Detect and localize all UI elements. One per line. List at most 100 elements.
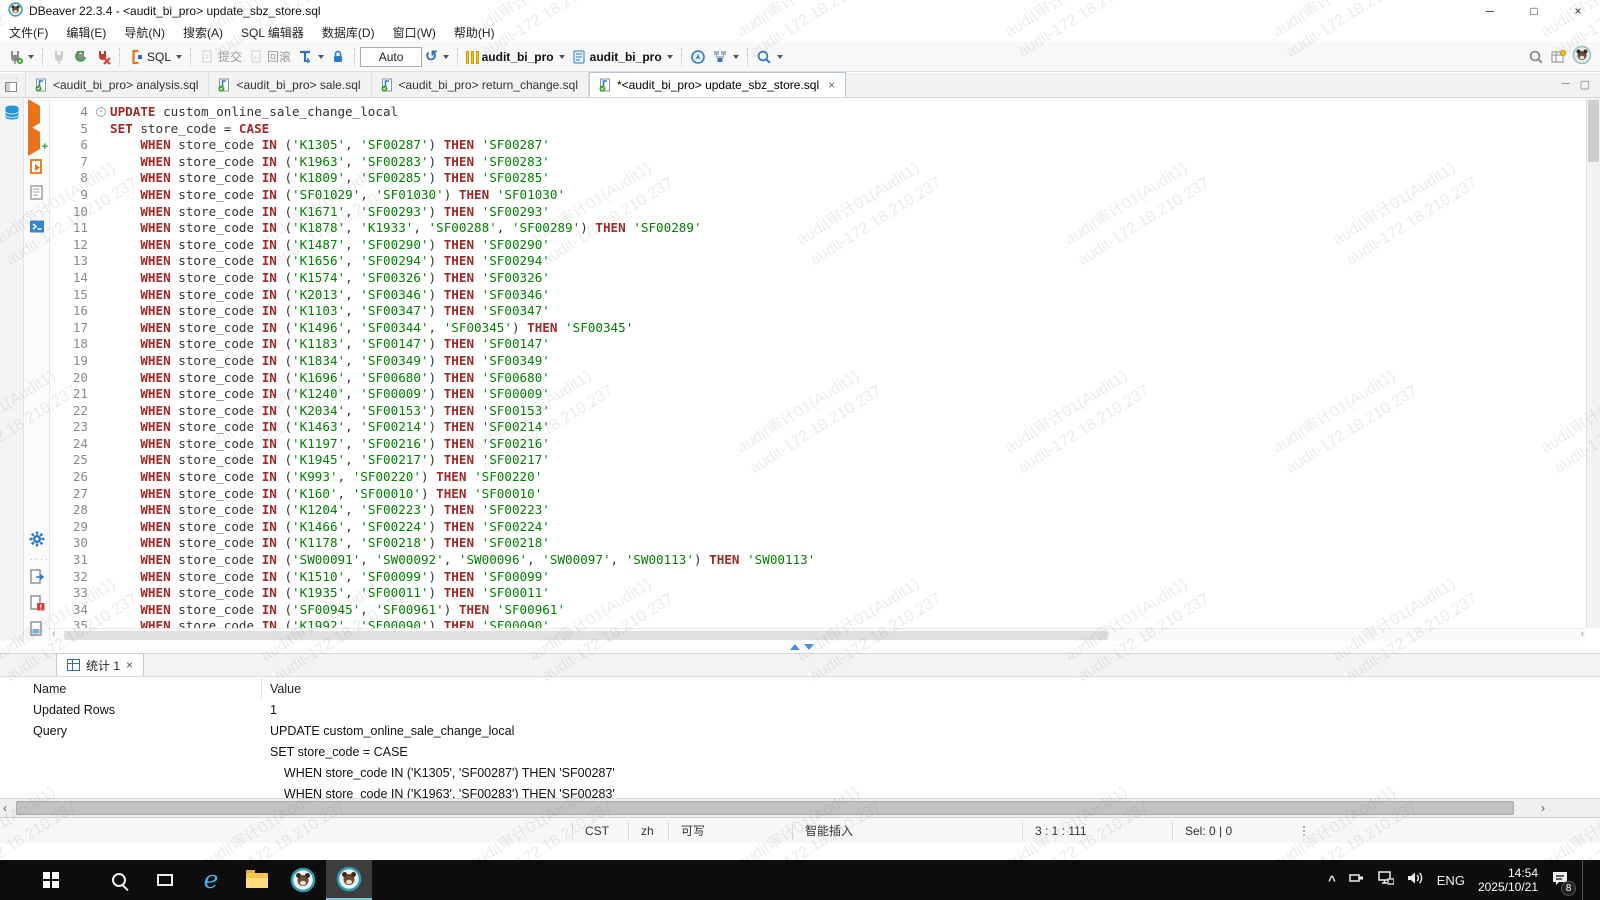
taskbar-clock[interactable]: 14:54 2025/10/21 bbox=[1478, 866, 1538, 894]
code-line[interactable]: 30 WHEN store_code IN ('K1178', 'SF00218… bbox=[50, 535, 1586, 552]
perspective-dbeaver-icon[interactable] bbox=[1572, 45, 1592, 68]
code-line[interactable]: 20 WHEN store_code IN ('K1696', 'SF00680… bbox=[50, 370, 1586, 387]
connect-button[interactable] bbox=[4, 45, 37, 69]
language-indicator[interactable]: ENG bbox=[1437, 873, 1465, 888]
execute-statement-button[interactable] bbox=[28, 106, 46, 124]
code-line[interactable]: 12 WHEN store_code IN ('K1487', 'SF00290… bbox=[50, 237, 1586, 254]
scroll-right-icon[interactable]: › bbox=[1580, 628, 1584, 640]
close-button[interactable]: × bbox=[1556, 0, 1600, 22]
scrollbar-thumb[interactable] bbox=[1588, 100, 1599, 162]
code-line[interactable]: 7 WHEN store_code IN ('K1963', 'SF00283'… bbox=[50, 154, 1586, 171]
connection-selector[interactable]: audit_bi_pro bbox=[463, 45, 568, 69]
taskbar-dbeaver-button[interactable] bbox=[280, 860, 326, 900]
stats-row[interactable]: QueryUPDATE custom_online_sale_change_lo… bbox=[0, 720, 1600, 741]
menu-item[interactable]: 窗口(W) bbox=[384, 22, 445, 43]
code-line[interactable]: 18 WHEN store_code IN ('K1183', 'SF00147… bbox=[50, 336, 1586, 353]
editor-horizontal-scrollbar[interactable]: ‹ › bbox=[50, 628, 1586, 641]
code-line[interactable]: 6 WHEN store_code IN ('K1305', 'SF00287'… bbox=[50, 137, 1586, 154]
code-line[interactable]: 26 WHEN store_code IN ('K993', 'SF00220'… bbox=[50, 469, 1586, 486]
code-line[interactable]: 5SET store_code = CASE bbox=[50, 121, 1586, 138]
code-line[interactable]: 14 WHEN store_code IN ('K1574', 'SF00326… bbox=[50, 270, 1586, 287]
menu-item[interactable]: 搜索(A) bbox=[174, 22, 232, 43]
speaker-icon[interactable] bbox=[1407, 871, 1424, 890]
disconnect-all-button[interactable] bbox=[92, 45, 114, 69]
scroll-right-icon[interactable]: › bbox=[1541, 801, 1545, 815]
disconnect-button[interactable] bbox=[48, 45, 70, 69]
code-line[interactable]: 25 WHEN store_code IN ('K1945', 'SF00217… bbox=[50, 452, 1586, 469]
code-line[interactable]: 4-UPDATE custom_online_sale_change_local bbox=[50, 104, 1586, 121]
start-button[interactable] bbox=[28, 860, 74, 900]
code-line[interactable]: 8 WHEN store_code IN ('K1809', 'SF00285'… bbox=[50, 170, 1586, 187]
taskbar-dbeaver-active-button[interactable] bbox=[326, 860, 372, 900]
scroll-left-icon[interactable]: ‹ bbox=[3, 801, 7, 815]
commit-button[interactable]: 提交 bbox=[196, 45, 245, 69]
rollback-button[interactable]: 回滚 bbox=[245, 45, 294, 69]
editor-tab[interactable]: *<audit_bi_pro> update_sbz_store.sql× bbox=[589, 72, 846, 97]
menu-item[interactable]: 编辑(E) bbox=[57, 22, 115, 43]
code-line[interactable]: 15 WHEN store_code IN ('K2013', 'SF00346… bbox=[50, 287, 1586, 304]
stats-row[interactable]: WHEN store_code IN ('K1963', 'SF00283') … bbox=[0, 783, 1600, 798]
terminal-button[interactable] bbox=[28, 218, 46, 236]
stats-tab[interactable]: 统计 1 × bbox=[56, 653, 144, 676]
execute-script-button[interactable] bbox=[28, 158, 46, 176]
commit-mode-select[interactable]: Auto bbox=[360, 47, 422, 67]
code-line[interactable]: 17 WHEN store_code IN ('K1496', 'SF00344… bbox=[50, 320, 1586, 337]
search-icon[interactable] bbox=[1528, 49, 1544, 65]
restore-panel-icon[interactable] bbox=[5, 82, 17, 92]
sash-down-icon[interactable] bbox=[804, 644, 814, 650]
minimize-editor-icon[interactable]: ─ bbox=[1562, 78, 1570, 91]
code-line[interactable]: 33 WHEN store_code IN ('K1935', 'SF00011… bbox=[50, 585, 1586, 602]
scrollbar-thumb[interactable] bbox=[64, 631, 1108, 640]
sql-search-button[interactable] bbox=[753, 45, 786, 69]
lock-button[interactable] bbox=[327, 45, 349, 69]
column-header-name[interactable]: Name bbox=[0, 678, 262, 699]
code-line[interactable]: 19 WHEN store_code IN ('K1834', 'SF00349… bbox=[50, 353, 1586, 370]
navigate-button[interactable] bbox=[687, 45, 709, 69]
file-output-icon[interactable] bbox=[28, 620, 46, 638]
execute-new-tab-button[interactable]: + bbox=[28, 132, 46, 150]
schema-selector[interactable]: audit_bi_pro bbox=[568, 45, 676, 69]
code-line[interactable]: 9 WHEN store_code IN ('SF01029', 'SF0103… bbox=[50, 187, 1586, 204]
stats-row[interactable]: WHEN store_code IN ('K1305', 'SF00287') … bbox=[0, 762, 1600, 783]
editor-vertical-scrollbar[interactable] bbox=[1586, 98, 1600, 628]
code-line[interactable]: 22 WHEN store_code IN ('K2034', 'SF00153… bbox=[50, 403, 1586, 420]
code-line[interactable]: 23 WHEN store_code IN ('K1463', 'SF00214… bbox=[50, 419, 1586, 436]
code-line[interactable]: 31 WHEN store_code IN ('SW00091', 'SW000… bbox=[50, 552, 1586, 569]
export-result-button[interactable] bbox=[28, 568, 46, 586]
scrollbar-thumb[interactable] bbox=[16, 801, 1514, 815]
open-view-icon[interactable] bbox=[1550, 49, 1566, 65]
code-line[interactable]: 28 WHEN store_code IN ('K1204', 'SF00223… bbox=[50, 502, 1586, 519]
taskbar-explorer-button[interactable] bbox=[234, 860, 280, 900]
code-line[interactable]: 21 WHEN store_code IN ('K1240', 'SF00009… bbox=[50, 386, 1586, 403]
stats-row[interactable]: Updated Rows1 bbox=[0, 699, 1600, 720]
column-header-value[interactable]: Value bbox=[262, 682, 301, 696]
notification-center-button[interactable]: 8 bbox=[1551, 870, 1569, 891]
code-line[interactable]: 35 WHEN store_code IN ('K1992', 'SF00090… bbox=[50, 618, 1586, 628]
tray-expand-icon[interactable]: ^ bbox=[1328, 873, 1336, 888]
tab-close-icon[interactable]: × bbox=[126, 658, 133, 672]
code-line[interactable]: 10 WHEN store_code IN ('K1671', 'SF00293… bbox=[50, 204, 1586, 221]
transaction-history-button[interactable]: ↺ bbox=[422, 45, 452, 69]
code-line[interactable]: 11 WHEN store_code IN ('K1878', 'K1933',… bbox=[50, 220, 1586, 237]
menu-item[interactable]: 导航(N) bbox=[115, 22, 174, 43]
editor-tab[interactable]: <audit_bi_pro> return_change.sql bbox=[372, 72, 589, 97]
code-line[interactable]: 32 WHEN store_code IN ('K1510', 'SF00099… bbox=[50, 569, 1586, 586]
menu-item[interactable]: 数据库(D) bbox=[313, 22, 384, 43]
code-line[interactable]: 16 WHEN store_code IN ('K1103', 'SF00347… bbox=[50, 303, 1586, 320]
status-menu-icon[interactable] bbox=[1294, 826, 1314, 836]
usb-icon[interactable] bbox=[1349, 871, 1365, 890]
settings-gear-icon[interactable] bbox=[28, 530, 46, 548]
tab-close-icon[interactable]: × bbox=[828, 78, 835, 92]
results-horizontal-scrollbar[interactable]: ‹ › bbox=[0, 798, 1600, 817]
show-desktop-button[interactable] bbox=[1582, 860, 1586, 900]
task-view-button[interactable] bbox=[142, 860, 188, 900]
explain-plan-button[interactable] bbox=[28, 184, 46, 202]
code-line[interactable]: 27 WHEN store_code IN ('K160', 'SF00010'… bbox=[50, 486, 1586, 503]
sql-editor-button[interactable]: SQL bbox=[125, 45, 185, 69]
editor-tab[interactable]: <audit_bi_pro> analysis.sql bbox=[26, 72, 209, 97]
editor-results-sash[interactable] bbox=[0, 641, 1600, 653]
layout-button[interactable] bbox=[709, 45, 742, 69]
menu-item[interactable]: SQL 编辑器 bbox=[232, 22, 313, 43]
fold-gutter[interactable]: - bbox=[96, 104, 110, 121]
taskbar-ie-button[interactable]: e bbox=[188, 860, 234, 900]
